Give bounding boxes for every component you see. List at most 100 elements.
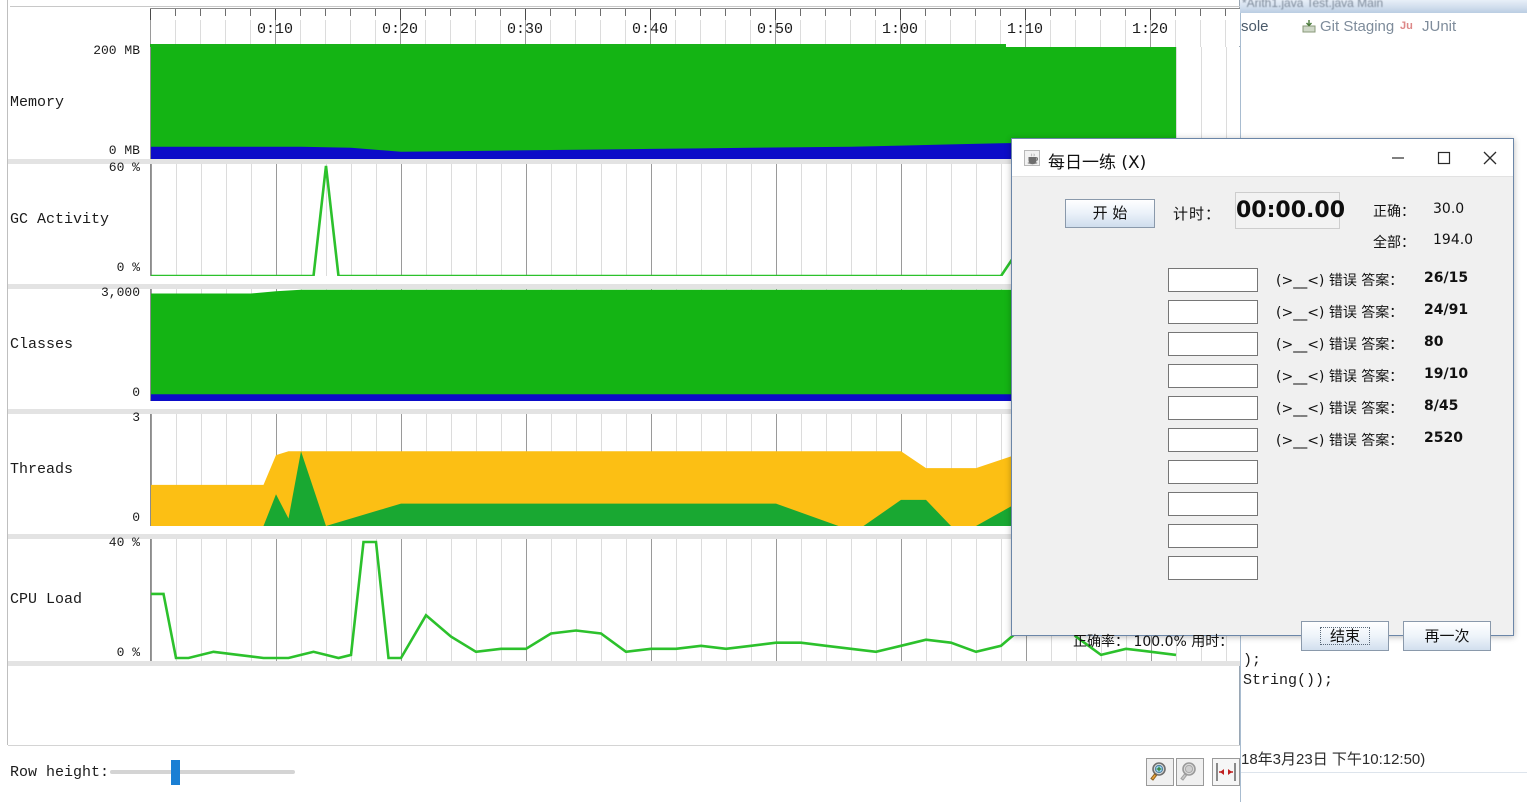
axis-minor-tick [225,9,226,16]
axis-gridline [800,20,801,47]
axis-gridline [1225,20,1226,47]
row-ymax-label: 40 % [108,535,140,550]
axis-gridline [750,20,751,47]
row-ymin-label: 0 MB [108,143,140,158]
axis-gridline [425,20,426,47]
start-button[interactable]: 开 始 [1065,199,1155,228]
axis-gridline [325,20,326,47]
axis-major-tick [525,9,526,20]
axis-tick-label: 0:30 [506,21,544,38]
axis-gridline [950,20,951,47]
axis-gridline [1000,20,1001,47]
answer-input[interactable] [1168,524,1258,548]
dialog-title: 每日一练 (X) [1048,153,1147,173]
axis-minor-tick [1175,9,1176,16]
axis-minor-tick [575,9,576,16]
row-height-slider-thumb[interactable] [171,760,180,785]
axis-minor-tick [625,9,626,16]
axis-minor-tick [875,9,876,16]
axis-gridline [550,20,551,47]
axis-minor-tick [750,9,751,16]
axis-gridline [1100,20,1101,47]
answer-input[interactable] [1168,460,1258,484]
row-ymin-label: 0 % [116,260,140,275]
row-ymin-label: 0 [132,385,140,400]
axis-minor-tick [450,9,451,16]
axis-major-tick [275,9,276,20]
row-height-slider[interactable] [110,770,295,774]
daily-practice-dialog[interactable]: 每日一练 (X) 开 始 计时： 00:00.00 正确： 30.0 全部： 1… [1011,138,1514,651]
axis-minor-tick [725,9,726,16]
row-title-memory: Memory [10,94,65,111]
code-line-2: String()); [1243,672,1334,689]
row-height-label: Row height: [10,764,110,781]
axis-gridline [725,20,726,47]
close-icon[interactable] [1467,139,1513,176]
zoom-in-button[interactable] [1146,758,1174,786]
answer-input[interactable] [1168,364,1258,388]
row-title-gc-activity: GC Activity [10,211,110,228]
timer-label: 计时： [1173,205,1222,223]
stat-correct-value: 30.0 [1433,201,1465,217]
axis-minor-tick [825,9,826,16]
axis-gridline [475,20,476,47]
axis-minor-tick [675,9,676,16]
axis-gridline [700,20,701,47]
axis-minor-tick [800,9,801,16]
answer-input[interactable] [1168,396,1258,420]
axis-gridline [1050,20,1051,47]
maximize-icon[interactable] [1421,139,1467,176]
axis-major-tick [900,9,901,20]
axis-minor-tick [1075,9,1076,16]
answer-input[interactable] [1168,332,1258,356]
accuracy-line: 正确率： 100.0% 用时： [1073,634,1234,650]
row-title-classes: Classes [10,336,74,353]
tab-junit[interactable]: JUnit [1422,18,1456,35]
editor-tab-labels: *Arith1.java Test.java Main [1242,0,1384,10]
axis-minor-tick [1125,9,1126,16]
answer-input[interactable] [1168,300,1258,324]
panel-top-divider [10,6,1240,7]
axis-gridline [1075,20,1076,47]
axis-gridline [375,20,376,47]
axis-minor-tick [850,9,851,16]
axis-gridline [825,20,826,47]
axis-gridline [975,20,976,47]
row-ymax-label: 60 % [108,160,140,175]
editor-tabbar[interactable]: *Arith1.java Test.java Main [1240,0,1527,13]
again-button[interactable]: 再一次 [1403,621,1491,651]
console-output-line: 18年3月23日 下午10:12:50) [1241,751,1426,768]
console-rule [1241,772,1527,773]
axis-minor-tick [350,9,351,16]
question-row: (>__<) 错误 答案： 80 [1168,332,1498,358]
fit-width-icon[interactable] [1212,758,1240,786]
junit-icon: Ju [1400,20,1413,32]
finish-button[interactable]: 结束 [1301,621,1389,651]
axis-gridline [625,20,626,47]
axis-gridline [1175,20,1176,47]
dialog-titlebar[interactable]: 每日一练 (X) [1012,139,1513,177]
tab-git-staging[interactable]: Git Staging [1320,18,1394,35]
tab-console[interactable]: sole [1241,18,1269,35]
axis-gridline [200,20,201,47]
question-row [1168,460,1498,486]
axis-minor-tick [950,9,951,16]
axis-tick-label: 1:20 [1131,21,1169,38]
axis-tick-label: 0:10 [256,21,294,38]
axis-gridline [575,20,576,47]
minimize-icon[interactable] [1375,139,1421,176]
axis-major-tick [775,9,776,20]
focus-ring [1320,627,1370,645]
answer-input[interactable] [1168,556,1258,580]
zoom-out-button[interactable] [1176,758,1204,786]
axis-minor-tick [550,9,551,16]
answer-input[interactable] [1168,428,1258,452]
question-row: (>__<) 错误 答案： 26/15 [1168,268,1498,294]
question-row: (>__<) 错误 答案： 8/45 [1168,396,1498,422]
answer-input[interactable] [1168,268,1258,292]
axis-tick-label: 1:10 [1006,21,1044,38]
axis-tick-label: 0:20 [381,21,419,38]
axis-major-tick [1025,9,1026,20]
answer-input[interactable] [1168,492,1258,516]
axis-major-tick [150,9,151,20]
